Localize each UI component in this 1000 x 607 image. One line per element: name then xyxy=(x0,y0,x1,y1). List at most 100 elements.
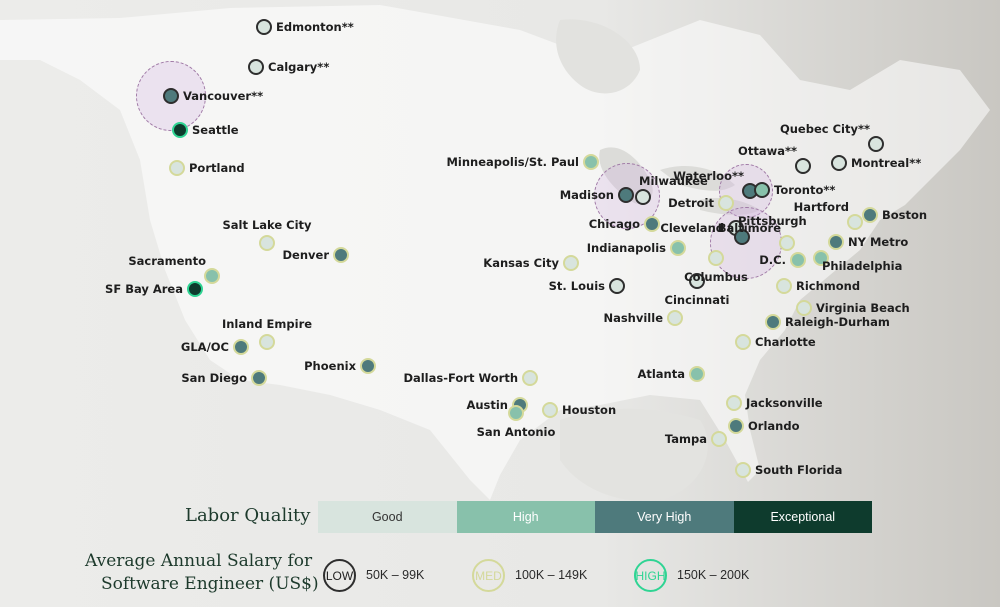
city-label-jacksonville: Jacksonville xyxy=(746,396,823,410)
city-marker-ny-metro[interactable] xyxy=(828,234,844,250)
city-marker-inland-empire[interactable] xyxy=(259,334,275,350)
city-label-gla-oc: GLA/OC xyxy=(180,340,229,354)
salary-low-ring: LOW xyxy=(323,559,356,592)
city-label-boston: Boston xyxy=(882,208,928,222)
city-marker-tampa[interactable] xyxy=(711,431,727,447)
city-label-indianapolis: Indianapolis xyxy=(586,241,666,255)
city-label-madison: Madison xyxy=(559,188,614,202)
city-label-denver: Denver xyxy=(282,248,330,262)
city-marker-hartford[interactable] xyxy=(847,214,863,230)
city-marker-jacksonville[interactable] xyxy=(726,395,742,411)
labor-level-very-high: Very High xyxy=(595,501,734,533)
city-marker-edmonton[interactable] xyxy=(256,19,272,35)
city-label-edmonton: Edmonton** xyxy=(276,20,354,34)
city-label-ottawa: Ottawa** xyxy=(738,144,797,158)
city-label-vancouver: Vancouver** xyxy=(183,89,264,103)
city-label-d-c: D.C. xyxy=(759,253,786,267)
city-marker-quebec-city[interactable] xyxy=(868,136,884,152)
city-label-nashville: Nashville xyxy=(603,311,663,325)
city-label-san-antonio: San Antonio xyxy=(476,425,556,439)
city-marker-orlando[interactable] xyxy=(728,418,744,434)
city-label-ny-metro: NY Metro xyxy=(848,235,909,249)
city-label-phoenix: Phoenix xyxy=(304,359,356,373)
city-label-st-louis: St. Louis xyxy=(548,279,605,293)
city-label-san-diego: San Diego xyxy=(181,371,247,385)
city-label-detroit: Detroit xyxy=(668,196,714,210)
city-label-sf-bay-area: SF Bay Area xyxy=(105,282,183,296)
city-label-cincinnati: Cincinnati xyxy=(664,293,730,307)
city-marker-madison[interactable] xyxy=(618,187,634,203)
city-marker-gla-oc[interactable] xyxy=(233,339,249,355)
city-marker-charlotte[interactable] xyxy=(735,334,751,350)
city-label-columbus: Columbus xyxy=(684,270,748,284)
city-label-inland-empire: Inland Empire xyxy=(221,317,313,331)
city-label-toronto: Toronto** xyxy=(774,183,836,197)
salary-labor-map: Edmonton** Calgary** Vancouver** Seattle Por… xyxy=(0,0,1000,607)
salary-low-range: 50K – 99K xyxy=(366,568,425,582)
city-label-austin: Austin xyxy=(466,398,508,412)
city-label-houston: Houston xyxy=(562,403,617,417)
city-marker-ottawa[interactable] xyxy=(795,158,811,174)
city-marker-san-diego[interactable] xyxy=(251,370,267,386)
city-label-dallas-fort-worth: Dallas-Fort Worth xyxy=(403,371,518,385)
city-marker-calgary[interactable] xyxy=(248,59,264,75)
city-marker-denver[interactable] xyxy=(333,247,349,263)
city-label-waterloo: Waterloo** xyxy=(673,169,744,183)
salary-high-range: 150K – 200K xyxy=(677,568,750,582)
city-label-virginia-beach: Virginia Beach xyxy=(816,301,910,315)
city-marker-detroit[interactable] xyxy=(718,195,734,211)
salary-med-ring: MED xyxy=(472,559,505,592)
city-label-kansas-city: Kansas City xyxy=(483,256,559,270)
city-label-tampa: Tampa xyxy=(664,432,707,446)
city-marker-seattle[interactable] xyxy=(172,122,188,138)
city-label-south-florida: South Florida xyxy=(755,463,843,477)
city-marker-toronto[interactable] xyxy=(754,182,770,198)
city-marker-raleigh-durham[interactable] xyxy=(765,314,781,330)
city-marker-baltimore[interactable] xyxy=(779,235,795,251)
city-marker-sf-bay-area[interactable] xyxy=(187,281,203,297)
city-marker-houston[interactable] xyxy=(542,402,558,418)
labor-level-exceptional: Exceptional xyxy=(733,501,872,533)
city-label-montreal: Montreal** xyxy=(851,156,922,170)
city-marker-south-florida[interactable] xyxy=(735,462,751,478)
city-marker-atlanta[interactable] xyxy=(689,366,705,382)
salary-med-range: 100K – 149K xyxy=(515,568,588,582)
city-label-minneapolis-st-paul: Minneapolis/St. Paul xyxy=(446,155,579,169)
city-marker-montreal[interactable] xyxy=(831,155,847,171)
city-label-sacramento: Sacramento xyxy=(128,254,206,268)
city-marker-minneapolis-st-paul[interactable] xyxy=(583,154,599,170)
city-label-charlotte: Charlotte xyxy=(755,335,816,349)
city-marker-st-louis[interactable] xyxy=(609,278,625,294)
city-label-seattle: Seattle xyxy=(192,123,239,137)
city-marker-virginia-beach[interactable] xyxy=(796,300,812,316)
city-marker-boston[interactable] xyxy=(862,207,878,223)
city-marker-chicago[interactable] xyxy=(644,216,660,232)
labor-quality-title: Labor Quality xyxy=(185,505,311,526)
city-marker-vancouver[interactable] xyxy=(163,88,179,104)
city-marker-san-antonio[interactable] xyxy=(508,405,524,421)
city-marker-sacramento[interactable] xyxy=(204,268,220,284)
city-marker-portland[interactable] xyxy=(169,160,185,176)
city-marker-milwaukee[interactable] xyxy=(635,189,651,205)
city-label-baltimore: Baltimore xyxy=(717,221,781,235)
city-marker-salt-lake-city[interactable] xyxy=(259,235,275,251)
city-label-orlando: Orlando xyxy=(748,419,800,433)
city-marker-richmond[interactable] xyxy=(776,278,792,294)
salary-high-ring: HIGH xyxy=(634,559,667,592)
city-label-hartford: Hartford xyxy=(793,200,849,214)
labor-level-high: High xyxy=(456,501,595,533)
city-marker-phoenix[interactable] xyxy=(360,358,376,374)
city-marker-kansas-city[interactable] xyxy=(563,255,579,271)
city-label-chicago: Chicago xyxy=(588,217,640,231)
city-label-philadelphia: Philadelphia xyxy=(822,259,903,273)
city-marker-dallas-fort-worth[interactable] xyxy=(522,370,538,386)
city-label-cleveland: Cleveland xyxy=(660,221,724,235)
city-marker-nashville[interactable] xyxy=(667,310,683,326)
salary-title-line2: Software Engineer (US$) xyxy=(101,574,319,594)
city-label-portland: Portland xyxy=(189,161,245,175)
city-label-atlanta: Atlanta xyxy=(637,367,685,381)
city-label-richmond: Richmond xyxy=(796,279,861,293)
city-marker-columbus[interactable] xyxy=(708,250,724,266)
city-marker-d-c[interactable] xyxy=(790,252,806,268)
city-marker-indianapolis[interactable] xyxy=(670,240,686,256)
